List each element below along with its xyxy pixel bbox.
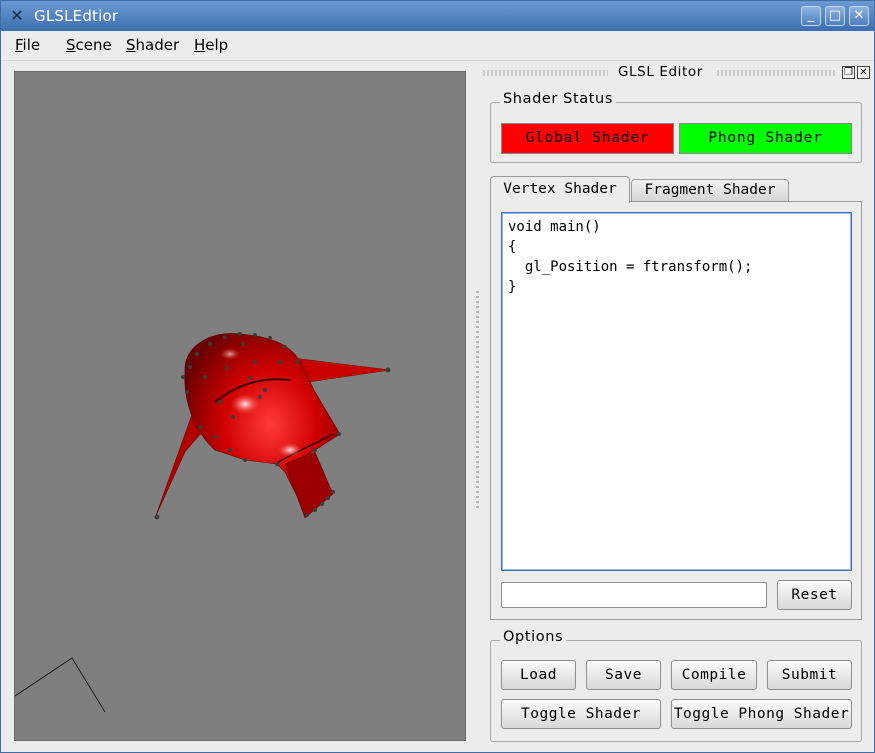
command-input[interactable]: [501, 582, 767, 608]
gl-viewport[interactable]: [14, 71, 466, 741]
toggle-shader-button[interactable]: Toggle Shader: [501, 699, 661, 729]
dock-grip-left: [483, 70, 608, 76]
submit-button[interactable]: Submit: [767, 660, 852, 690]
scene-render: [14, 332, 391, 713]
float-icon[interactable]: ❐: [842, 66, 855, 79]
reset-button[interactable]: Reset: [777, 580, 852, 610]
load-button[interactable]: Load: [501, 660, 576, 690]
window-title: GLSLEdtior: [34, 7, 119, 25]
tab-fragment-shader[interactable]: Fragment Shader: [631, 179, 789, 201]
menu-bar: File Scene Shader Help: [1, 31, 874, 61]
menu-help[interactable]: Help: [194, 36, 228, 54]
save-button[interactable]: Save: [586, 660, 661, 690]
close-window-button[interactable]: ✕: [849, 6, 869, 26]
tab-vertex-shader[interactable]: Vertex Shader: [490, 176, 630, 203]
red-mesh-model[interactable]: [154, 333, 391, 519]
maximize-button[interactable]: □: [825, 6, 845, 26]
axis-indicator: [14, 657, 106, 713]
options-title: Options: [500, 629, 567, 645]
title-bar[interactable]: ✕ GLSLEdtior _ □ ✕: [1, 1, 874, 31]
dock-grip-right: [717, 70, 837, 76]
global-shader-status: Global Shader: [501, 123, 674, 154]
minimize-button[interactable]: _: [801, 6, 821, 26]
menu-scene[interactable]: Scene: [66, 36, 112, 54]
close-icon[interactable]: ✕: [857, 66, 870, 79]
x-logo-icon[interactable]: ✕: [8, 7, 26, 25]
main-window: ✕ GLSLEdtior _ □ ✕ File Scene Shader Hel…: [0, 0, 875, 753]
dock-title-bar[interactable]: GLSL Editor ❐ ✕: [483, 64, 871, 82]
menu-shader[interactable]: Shader: [126, 36, 179, 54]
menu-file[interactable]: File: [15, 36, 40, 54]
dock-title: GLSL Editor: [618, 64, 703, 80]
shader-code-editor[interactable]: void main() { gl_Position = ftransform()…: [501, 212, 852, 571]
compile-button[interactable]: Compile: [671, 660, 757, 690]
toggle-phong-shader-button[interactable]: Toggle Phong Shader: [671, 699, 852, 729]
phong-shader-status: Phong Shader: [679, 123, 852, 154]
shader-status-title: Shader Status: [500, 91, 616, 107]
dock-splitter[interactable]: [476, 291, 479, 511]
